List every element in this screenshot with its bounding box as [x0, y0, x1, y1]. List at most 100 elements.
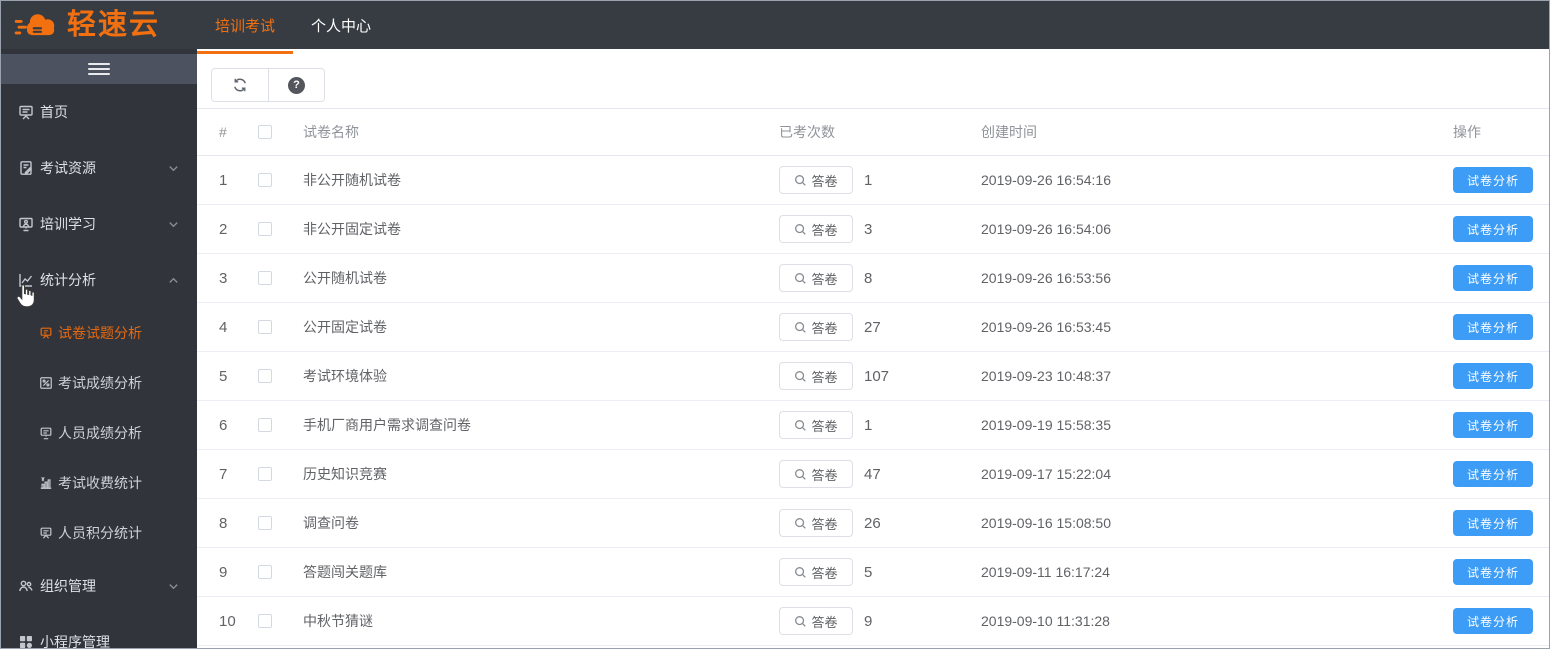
created-time: 2019-09-26 16:54:06: [981, 221, 1111, 237]
hamburger-icon: [88, 60, 110, 78]
table-row: 2 非公开固定试卷 答卷 3 2019-09-26 16:54:06 试卷分析: [197, 205, 1549, 254]
paper-analysis-button[interactable]: 试卷分析: [1453, 216, 1533, 242]
row-index: 2: [219, 220, 228, 238]
exam-count: 26: [864, 514, 881, 532]
paper-analysis-button[interactable]: 试卷分析: [1453, 363, 1533, 389]
points-stats-icon: [40, 527, 52, 539]
table-row: 8 调查问卷 答卷 26 2019-09-16 15:08:50 试卷分析: [197, 499, 1549, 548]
created-time: 2019-09-16 15:08:50: [981, 515, 1111, 531]
paper-analysis-button[interactable]: 试卷分析: [1453, 608, 1533, 634]
sidebar-subitem-score-analysis[interactable]: 考试成绩分析: [1, 358, 197, 408]
sidebar-subitem-points-stats[interactable]: 人员积分统计: [1, 508, 197, 558]
exam-name: 手机厂商用户需求调查问卷: [303, 417, 471, 433]
exam-count: 5: [864, 563, 873, 581]
table-row: 4 公开固定试卷 答卷 27 2019-09-26 16:53:45 试卷分析: [197, 303, 1549, 352]
sidebar-item-label: 人员积分统计: [58, 525, 142, 541]
answer-button-label: 答卷: [811, 369, 838, 385]
sidebar-item-training-study[interactable]: 培训学习: [1, 196, 197, 252]
answer-sheet-button[interactable]: 答卷: [779, 411, 853, 439]
paper-analysis-icon: [40, 327, 52, 339]
select-all-checkbox[interactable]: [258, 125, 272, 139]
answer-sheet-button[interactable]: 答卷: [779, 460, 853, 488]
brand-logo[interactable]: 轻速云: [1, 1, 197, 49]
search-icon: [795, 517, 807, 529]
row-checkbox[interactable]: [258, 369, 272, 383]
row-checkbox[interactable]: [258, 614, 272, 628]
sidebar-subitem-fee-stats[interactable]: 考试收费统计: [1, 458, 197, 508]
answer-sheet-button[interactable]: 答卷: [779, 264, 853, 292]
paper-analysis-button[interactable]: 试卷分析: [1453, 461, 1533, 487]
answer-button-label: 答卷: [811, 173, 838, 189]
paper-analysis-button[interactable]: 试卷分析: [1453, 510, 1533, 536]
row-index: 7: [219, 465, 228, 483]
row-checkbox[interactable]: [258, 222, 272, 236]
sidebar-item-exam-resources[interactable]: 考试资源: [1, 140, 197, 196]
paper-analysis-button[interactable]: 试卷分析: [1453, 265, 1533, 291]
help-button[interactable]: ?: [268, 69, 324, 101]
table-row: 5 考试环境体验 答卷 107 2019-09-23 10:48:37 试卷分析: [197, 352, 1549, 401]
refresh-icon: [234, 78, 246, 92]
paper-analysis-button[interactable]: 试卷分析: [1453, 314, 1533, 340]
answer-sheet-button[interactable]: 答卷: [779, 362, 853, 390]
sidebar-subitem-paper-analysis[interactable]: 试卷试题分析: [1, 308, 197, 358]
answer-sheet-button[interactable]: 答卷: [779, 313, 853, 341]
table-header: # 试卷名称 已考次数 创建时间 操作: [197, 109, 1549, 156]
cloud-speed-icon: [14, 14, 55, 36]
row-index: 5: [219, 367, 228, 385]
header-index: #: [219, 124, 227, 140]
row-index: 4: [219, 318, 228, 336]
sidebar-item-label: 统计分析: [40, 272, 96, 288]
toolbar: ?: [197, 49, 1549, 109]
created-time: 2019-09-17 15:22:04: [981, 466, 1111, 482]
row-index: 1: [219, 171, 228, 189]
created-time: 2019-09-23 10:48:37: [981, 368, 1111, 384]
answer-sheet-button[interactable]: 答卷: [779, 607, 853, 635]
search-icon: [795, 615, 807, 627]
sidebar-item-label: 首页: [40, 104, 68, 120]
refresh-button[interactable]: [212, 69, 268, 101]
sidebar-item-miniprogram[interactable]: 小程序管理: [1, 614, 197, 648]
exam-count: 8: [864, 269, 873, 287]
paper-analysis-button[interactable]: 试卷分析: [1453, 167, 1533, 193]
app-window: 轻速云 培训考试 个人中心 首页 考试资源 培训学习 统计分析 试卷试题分析 考…: [0, 0, 1550, 649]
exam-name: 非公开随机试卷: [303, 172, 401, 188]
sidebar-item-label: 考试成绩分析: [58, 375, 142, 391]
row-checkbox[interactable]: [258, 467, 272, 481]
created-time: 2019-09-26 16:53:45: [981, 319, 1111, 335]
sidebar-subitem-person-score[interactable]: 人员成绩分析: [1, 408, 197, 458]
sidebar-item-home[interactable]: 首页: [1, 84, 197, 140]
answer-button-label: 答卷: [811, 467, 838, 483]
sidebar-item-label: 考试收费统计: [58, 475, 142, 491]
sidebar-item-label: 培训学习: [40, 216, 96, 232]
row-index: 8: [219, 514, 228, 532]
exam-count: 27: [864, 318, 881, 336]
row-checkbox[interactable]: [258, 173, 272, 187]
exam-count: 107: [864, 367, 890, 385]
answer-sheet-button[interactable]: 答卷: [779, 558, 853, 586]
paper-analysis-button[interactable]: 试卷分析: [1453, 412, 1533, 438]
created-time: 2019-09-11 16:17:24: [981, 564, 1110, 580]
exam-name: 历史知识竞赛: [303, 466, 387, 482]
search-icon: [795, 468, 807, 480]
answer-sheet-button[interactable]: 答卷: [779, 166, 853, 194]
sidebar-item-organization[interactable]: 组织管理: [1, 558, 197, 614]
exam-name: 调查问卷: [303, 515, 359, 531]
answer-sheet-button[interactable]: 答卷: [779, 215, 853, 243]
answer-sheet-button[interactable]: 答卷: [779, 509, 853, 537]
paper-analysis-button[interactable]: 试卷分析: [1453, 559, 1533, 585]
row-checkbox[interactable]: [258, 320, 272, 334]
row-checkbox[interactable]: [258, 516, 272, 530]
sidebar-collapse-button[interactable]: [1, 54, 197, 84]
tab-training-exam[interactable]: 培训考试: [197, 1, 293, 54]
row-index: 9: [219, 563, 228, 581]
answer-button-label: 答卷: [811, 271, 838, 287]
sidebar-item-statistics[interactable]: 统计分析: [1, 252, 197, 308]
exam-name: 公开固定试卷: [303, 319, 387, 335]
search-icon: [795, 223, 807, 235]
score-analysis-icon: [40, 377, 52, 389]
row-checkbox[interactable]: [258, 271, 272, 285]
row-checkbox[interactable]: [258, 565, 272, 579]
row-checkbox[interactable]: [258, 418, 272, 432]
fee-stats-icon: [40, 476, 52, 489]
tab-personal-center[interactable]: 个人中心: [293, 1, 389, 49]
